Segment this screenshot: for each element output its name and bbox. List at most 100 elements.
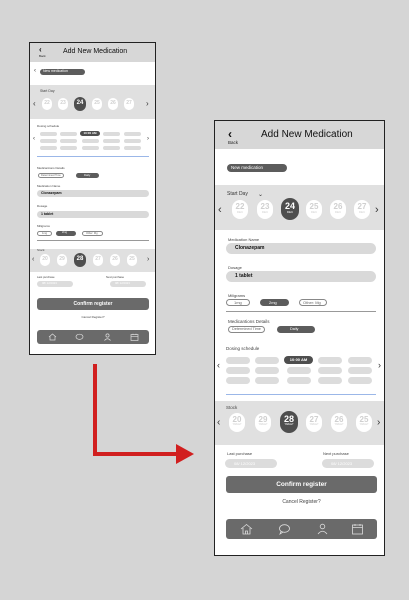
medication-name-pill[interactable]: New medication (227, 164, 287, 172)
time-slot[interactable] (124, 139, 141, 143)
last-purchase-field[interactable]: 08/ 12/2023 (37, 281, 73, 287)
stock-chip[interactable]: 26 (110, 254, 120, 266)
time-slot[interactable] (124, 132, 141, 136)
time-slot[interactable] (318, 367, 342, 374)
home-icon[interactable] (48, 333, 57, 341)
mg-option-1[interactable]: 1mg (37, 231, 52, 236)
mg-option-2[interactable]: 2mg (56, 231, 76, 236)
determined-time-option[interactable]: Determined Time (38, 173, 64, 178)
determined-time-option[interactable]: Determined Time (228, 326, 265, 333)
chevron-left-icon[interactable]: ‹ (217, 418, 220, 428)
medication-name-field[interactable]: Clonazepam (37, 190, 149, 197)
time-slot[interactable] (318, 357, 342, 364)
time-slot[interactable] (348, 367, 372, 374)
stock-chip-selected[interactable]: 28 TABLET (280, 411, 298, 433)
day-chip[interactable]: 22 DEC (232, 200, 248, 219)
chevron-left-icon[interactable]: ‹ (33, 100, 36, 108)
chevron-right-icon[interactable]: › (147, 136, 149, 142)
time-slot[interactable] (348, 357, 372, 364)
chevron-left-icon[interactable]: ‹ (34, 68, 36, 74)
stock-chip[interactable]: 29 (57, 254, 67, 266)
dosage-field[interactable]: 1 tablet (226, 271, 376, 282)
back-label[interactable]: Back (228, 140, 238, 146)
back-label[interactable]: Back (39, 55, 46, 58)
time-slot[interactable] (60, 132, 77, 136)
daily-option[interactable]: Daily (277, 326, 315, 333)
confirm-register-button[interactable]: Confirm register (226, 476, 377, 493)
day-chip[interactable]: 26 DEC (330, 200, 346, 219)
day-chip[interactable]: 27 (124, 98, 134, 110)
last-purchase-field[interactable]: 08/ 12/2023 (225, 459, 277, 468)
time-slot[interactable] (40, 132, 57, 136)
chat-icon[interactable] (75, 333, 84, 341)
stock-chip[interactable]: 25 TABLET (356, 413, 372, 432)
day-chip[interactable]: 27 DEC (354, 200, 370, 219)
mg-option-1[interactable]: 1mg (226, 299, 250, 306)
time-slot[interactable] (103, 132, 120, 136)
stock-chip[interactable]: 25 (127, 254, 137, 266)
time-slot[interactable] (348, 377, 372, 384)
chevron-left-icon[interactable]: ‹ (218, 205, 222, 216)
time-slot[interactable] (287, 377, 311, 384)
day-chip[interactable]: 22 (42, 98, 52, 110)
time-slot[interactable] (40, 146, 57, 150)
time-slot[interactable] (103, 146, 120, 150)
next-purchase-field[interactable]: 08/ 12/2023 (322, 459, 374, 468)
time-slot[interactable] (124, 146, 141, 150)
mg-option-other[interactable]: Other: Mg (299, 299, 327, 306)
day-chip[interactable]: 25 (92, 98, 102, 110)
time-slot[interactable] (60, 146, 77, 150)
confirm-register-button[interactable]: Confirm register (37, 298, 149, 310)
mg-option-other[interactable]: Other: Mg (82, 231, 103, 236)
calendar-icon[interactable] (130, 333, 139, 341)
time-slot[interactable] (226, 377, 250, 384)
time-slot[interactable] (82, 146, 99, 150)
medication-name-pill[interactable]: New medication (40, 69, 85, 75)
time-slot[interactable] (318, 377, 342, 384)
chevron-left-icon[interactable]: ‹ (33, 136, 35, 142)
time-slot[interactable] (255, 377, 279, 384)
time-slot[interactable] (255, 367, 279, 374)
chevron-right-icon[interactable]: › (147, 256, 149, 263)
time-slot[interactable] (226, 357, 250, 364)
profile-icon[interactable] (103, 333, 112, 341)
chevron-down-icon[interactable]: ⌄ (258, 191, 263, 198)
stock-chip[interactable]: 20 TABLET (229, 413, 245, 432)
time-slot[interactable] (60, 139, 77, 143)
medication-name-field[interactable]: Clonazepam (226, 243, 376, 254)
time-slot[interactable] (255, 357, 279, 364)
cancel-register-link[interactable]: Cancel Register? (226, 499, 377, 505)
cancel-register-link[interactable]: Cancel Register? (37, 315, 149, 319)
stock-chip[interactable]: 27 (93, 254, 103, 266)
start-day-label[interactable]: Start Day (227, 192, 248, 197)
chevron-right-icon[interactable]: › (375, 205, 379, 216)
chevron-right-icon[interactable]: › (378, 361, 381, 370)
time-slot-selected[interactable]: 10:00 AM (284, 356, 313, 364)
time-slot[interactable] (40, 139, 57, 143)
chevron-left-icon[interactable]: ‹ (32, 256, 34, 263)
stock-chip-selected[interactable]: 28 (74, 253, 86, 267)
chat-icon[interactable] (278, 523, 291, 535)
mg-option-2[interactable]: 2mg (260, 299, 289, 306)
next-purchase-field[interactable]: 08/ 12/2023 (110, 281, 146, 287)
back-arrow-icon[interactable]: ‹ (39, 46, 42, 54)
chevron-left-icon[interactable]: ‹ (217, 361, 220, 370)
chevron-right-icon[interactable]: › (377, 418, 380, 428)
day-chip-selected[interactable]: 24 DEC (281, 198, 299, 220)
day-chip[interactable]: 23 (58, 98, 68, 110)
day-chip-selected[interactable]: 24 (74, 97, 86, 111)
time-slot[interactable] (287, 367, 311, 374)
day-chip[interactable]: 23 DEC (257, 200, 273, 219)
back-arrow-icon[interactable]: ‹ (228, 128, 232, 140)
time-slot[interactable] (82, 139, 99, 143)
time-slot[interactable] (103, 139, 120, 143)
dosage-field[interactable]: 1 tablet (37, 211, 149, 218)
daily-option[interactable]: Daily (76, 173, 99, 178)
day-chip[interactable]: 25 DEC (306, 200, 322, 219)
time-slot[interactable] (226, 367, 250, 374)
stock-chip[interactable]: 27 TABLET (306, 413, 322, 432)
stock-chip[interactable]: 20 (40, 254, 50, 266)
chevron-right-icon[interactable]: › (146, 100, 149, 108)
start-day-label[interactable]: Start Day (40, 89, 55, 94)
stock-chip[interactable]: 29 TABLET (255, 413, 271, 432)
